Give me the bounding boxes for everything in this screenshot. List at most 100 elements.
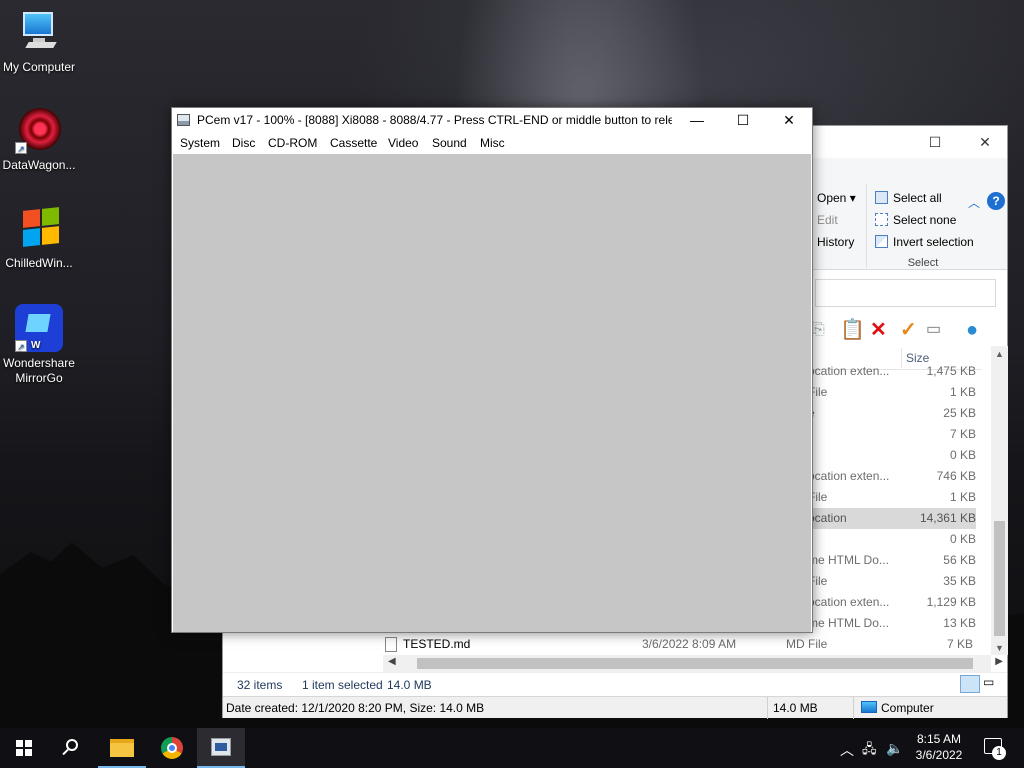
close-button[interactable]: ✕ xyxy=(766,108,812,132)
network-icon[interactable]: 🖧 xyxy=(862,740,877,762)
large-icons-view-icon[interactable]: ▭ xyxy=(983,675,1003,693)
taskbar-chrome[interactable] xyxy=(148,728,196,768)
list-item-size: 25 KB xyxy=(943,406,976,420)
pcem-title-bar[interactable]: PCem v17 - 100% - [8088] Xi8088 - 8088/4… xyxy=(172,108,812,132)
copy-icon[interactable]: ⎘ xyxy=(812,318,825,342)
menu-system[interactable]: System xyxy=(180,136,220,150)
chevron-up-icon[interactable]: ︿ xyxy=(840,740,854,760)
invert-selection-label: Invert selection xyxy=(893,235,974,249)
list-item-size: 14,361 KB xyxy=(919,511,976,525)
file-row-tested-md[interactable]: TESTED.md 3/6/2022 8:09 AM MD File 7 KB xyxy=(383,634,973,655)
list-item[interactable]: 7 KB xyxy=(808,424,976,445)
taskbar-clock[interactable]: 8:15 AM 3/6/2022 xyxy=(900,731,978,763)
selected-count: 1 item selected xyxy=(302,678,383,692)
select-all-button[interactable]: Select all xyxy=(875,190,942,206)
list-item[interactable]: me HTML Do... 13 KB xyxy=(808,613,976,634)
notification-badge: 1 xyxy=(992,746,1006,760)
search-box[interactable] xyxy=(815,279,996,307)
select-none-icon xyxy=(875,213,888,226)
list-item-type: ocation exten... xyxy=(808,469,890,483)
list-item-size: 56 KB xyxy=(943,553,976,567)
list-item-type: me HTML Do... xyxy=(808,553,889,567)
search-button[interactable] xyxy=(48,728,96,768)
pcem-menu-bar: System Disc CD-ROM Cassette Video Sound … xyxy=(172,132,812,154)
shortcut-arrow-icon: ↗ xyxy=(15,142,27,154)
menu-misc[interactable]: Misc xyxy=(480,136,505,150)
clock-time: 8:15 AM xyxy=(916,732,962,746)
maximize-button[interactable]: ☐ xyxy=(720,108,766,132)
checkmark-icon[interactable]: ✓ xyxy=(900,318,917,342)
file-name: TESTED.md xyxy=(403,637,471,651)
scroll-left-icon[interactable]: ◀ xyxy=(388,656,396,667)
emulator-screen[interactable] xyxy=(173,154,811,632)
menu-cassette[interactable]: Cassette xyxy=(330,136,377,150)
desktop-icon-chilledwin[interactable]: ChilledWin... xyxy=(0,204,78,271)
selected-size: 14.0 MB xyxy=(387,678,432,692)
scroll-right-icon[interactable]: ▶ xyxy=(995,656,1003,667)
toolbar-icons: ⎘ 📋 ✕ ✓ ▭ ● xyxy=(808,318,1008,344)
list-item-size: 0 KB xyxy=(949,448,976,462)
rename-icon[interactable]: ▭ xyxy=(926,318,941,342)
details-location: Computer xyxy=(881,701,934,715)
list-item-type: me HTML Do... xyxy=(808,616,889,630)
scroll-down-icon[interactable]: ▼ xyxy=(995,643,1004,653)
menu-cd-rom[interactable]: CD-ROM xyxy=(268,136,317,150)
chevron-up-icon[interactable]: ︿ xyxy=(968,194,980,211)
menu-disc[interactable]: Disc xyxy=(232,136,255,150)
scroll-up-icon[interactable]: ▲ xyxy=(995,349,1004,359)
delete-icon[interactable]: ✕ xyxy=(870,318,887,342)
menu-sound[interactable]: Sound xyxy=(432,136,467,150)
list-item[interactable]: ocation exten... 1,129 KB xyxy=(808,592,976,613)
desktop-icon-my-computer[interactable]: My Computer xyxy=(0,8,78,75)
taskbar-pcem[interactable] xyxy=(197,728,245,768)
desktop-icon-datawagon[interactable]: ↗ DataWagon... xyxy=(0,106,78,173)
edit-button[interactable]: Edit xyxy=(817,212,838,228)
select-none-button[interactable]: Select none xyxy=(875,212,956,228)
file-type: MD File xyxy=(786,637,828,651)
list-item[interactable]: File 1 KB xyxy=(808,382,976,403)
details-info: Date created: 12/1/2020 8:20 PM, Size: 1… xyxy=(226,701,485,715)
list-item[interactable]: 0 KB xyxy=(808,445,976,466)
list-item[interactable]: ocation exten... 746 KB xyxy=(808,466,976,487)
list-item-size: 1,475 KB xyxy=(926,364,976,378)
list-item[interactable]: me HTML Do... 56 KB xyxy=(808,550,976,571)
help-icon[interactable]: ? xyxy=(987,192,1005,210)
desktop-icon-label: My Computer xyxy=(2,60,76,74)
pcem-icon xyxy=(211,738,231,756)
list-item[interactable]: ocation exten... 1,475 KB xyxy=(808,361,976,382)
horizontal-scrollbar-thumb[interactable] xyxy=(417,658,973,669)
details-separator xyxy=(853,697,854,719)
list-item[interactable]: ocation 14,361 KB xyxy=(808,508,976,529)
desktop-icon-label: ChilledWin... xyxy=(5,256,73,270)
explorer-maximize-button[interactable]: ☐ xyxy=(923,132,947,152)
list-item[interactable]: File 35 KB xyxy=(808,571,976,592)
list-item[interactable]: 0 KB xyxy=(808,529,976,550)
horizontal-scrollbar[interactable]: ◀ ▶ xyxy=(383,655,1003,672)
invert-selection-button[interactable]: Invert selection xyxy=(875,234,974,250)
desktop-icon-label: Wondershare MirrorGo xyxy=(3,356,75,385)
minimize-button[interactable]: — xyxy=(674,108,720,132)
desktop-icon-label: DataWagon... xyxy=(2,158,76,172)
list-item[interactable]: e25 KB xyxy=(808,403,976,424)
history-button[interactable]: History xyxy=(817,234,854,250)
desktop-icon-wondershare-mirrorgo[interactable]: W ↗ Wondershare MirrorGo xyxy=(0,304,78,386)
vertical-scrollbar[interactable]: ▲ ▼ xyxy=(991,346,1008,655)
list-item-size: 1 KB xyxy=(949,385,976,399)
pcem-app-icon xyxy=(177,114,190,126)
globe-icon[interactable]: ● xyxy=(966,318,978,342)
details-view-icon[interactable] xyxy=(960,675,980,693)
scrollbar-thumb[interactable] xyxy=(994,521,1005,636)
taskbar: ︿ 🖧 🔈 8:15 AM 3/6/2022 1 xyxy=(0,728,1024,768)
status-bar: 32 items 1 item selected 14.0 MB ▭ xyxy=(223,672,1007,696)
list-item-size: 1 KB xyxy=(949,490,976,504)
open-button[interactable]: Open ▾ xyxy=(817,190,856,206)
shortcut-arrow-icon: ↗ xyxy=(15,340,27,352)
file-date: 3/6/2022 8:09 AM xyxy=(642,637,737,651)
taskbar-file-explorer[interactable] xyxy=(98,728,146,768)
start-button[interactable] xyxy=(0,728,48,768)
menu-video[interactable]: Video xyxy=(388,136,418,150)
list-item[interactable]: File 1 KB xyxy=(808,487,976,508)
explorer-close-button[interactable]: ✕ xyxy=(973,132,997,152)
pcem-window[interactable]: PCem v17 - 100% - [8088] Xi8088 - 8088/4… xyxy=(171,107,813,633)
paste-icon[interactable]: 📋 xyxy=(840,318,865,342)
